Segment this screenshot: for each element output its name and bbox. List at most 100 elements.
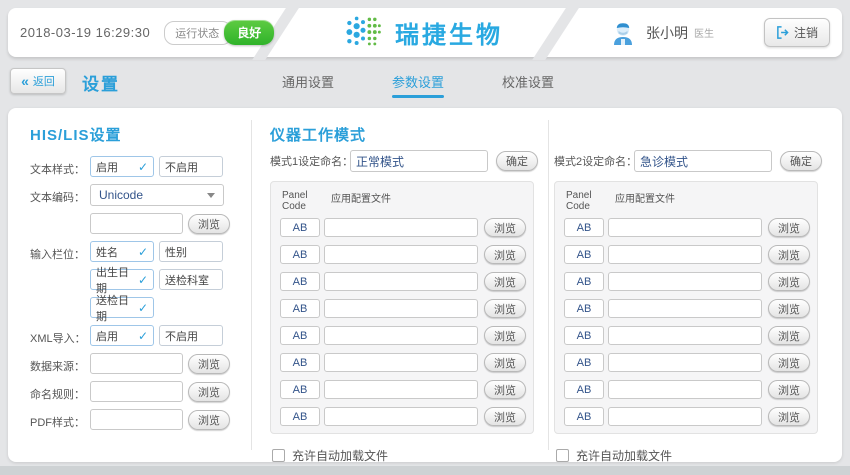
panel-row: 浏览 [564, 326, 808, 345]
config-file-input[interactable] [324, 272, 478, 291]
pdf-style-input[interactable] [90, 409, 183, 430]
browse-button[interactable]: 浏览 [768, 326, 810, 345]
header-left: 2018-03-19 16:29:30 运行状态 良好 [8, 8, 263, 57]
mode2-name-input[interactable] [634, 150, 772, 172]
toggle-option[interactable]: 送检日期✓ [90, 297, 154, 318]
panel-code-input[interactable] [564, 272, 604, 291]
panel-code-input[interactable] [564, 407, 604, 426]
encoding-label: 文本编码： [30, 184, 90, 205]
toggle-option[interactable]: 不启用 [159, 156, 223, 177]
toggle-option[interactable]: 姓名✓ [90, 241, 154, 262]
config-file-input[interactable] [324, 218, 478, 237]
tab-通用设置[interactable]: 通用设置 [272, 72, 344, 98]
config-file-input[interactable] [324, 245, 478, 264]
text-style-row: 文本样式： 启用✓不启用 [30, 156, 242, 177]
tab-校准设置[interactable]: 校准设置 [492, 72, 564, 98]
pdf-style-row: PDF样式： 浏览 [30, 409, 242, 430]
xml-import-row: XML导入： 启用✓不启用 [30, 325, 242, 346]
mode2-autoload-checkbox[interactable] [556, 449, 569, 462]
browse-button[interactable]: 浏览 [768, 353, 810, 372]
panel-code-input[interactable] [280, 218, 320, 237]
config-file-input[interactable] [324, 326, 478, 345]
browse-button[interactable]: 浏览 [484, 299, 526, 318]
panel-code-input[interactable] [564, 245, 604, 264]
config-file-input[interactable] [608, 218, 762, 237]
browse-button[interactable]: 浏览 [768, 245, 810, 264]
browse-button[interactable]: 浏览 [768, 218, 810, 237]
config-file-input[interactable] [608, 326, 762, 345]
mode1-autoload[interactable]: 充许自动加载文件 [272, 447, 534, 464]
panel-code-input[interactable] [564, 380, 604, 399]
header-bar: 2018-03-19 16:29:30 运行状态 良好 瑞捷生物 [8, 8, 842, 57]
panel-code-input[interactable] [280, 407, 320, 426]
browse-button[interactable]: 浏览 [484, 407, 526, 426]
encoding-file-input[interactable] [90, 213, 183, 234]
config-file-input[interactable] [608, 407, 762, 426]
browse-button[interactable]: 浏览 [484, 245, 526, 264]
panel-code-input[interactable] [564, 299, 604, 318]
back-button[interactable]: « 返回 [10, 68, 66, 94]
data-source-input[interactable] [90, 353, 183, 374]
browse-button[interactable]: 浏览 [484, 353, 526, 372]
config-file-input[interactable] [324, 299, 478, 318]
browse-button[interactable]: 浏览 [768, 380, 810, 399]
panel-code-input[interactable] [564, 353, 604, 372]
tab-参数设置[interactable]: 参数设置 [382, 72, 454, 98]
encoding-select[interactable]: Unicode [90, 184, 224, 206]
config-file-input[interactable] [608, 380, 762, 399]
config-file-input[interactable] [608, 245, 762, 264]
mode2-confirm-button[interactable]: 确定 [780, 151, 822, 171]
config-file-input[interactable] [324, 407, 478, 426]
panel-row: 浏览 [280, 245, 524, 264]
browse-button[interactable]: 浏览 [484, 380, 526, 399]
his-lis-title: HIS/LIS设置 [30, 124, 242, 145]
toggle-option[interactable]: 启用✓ [90, 156, 154, 177]
config-file-input[interactable] [608, 299, 762, 318]
naming-rule-input[interactable] [90, 381, 183, 402]
panel-code-input[interactable] [280, 245, 320, 264]
brand-area: 瑞捷生物 [298, 8, 548, 57]
panel-row: 浏览 [564, 407, 808, 426]
browse-button[interactable]: 浏览 [768, 299, 810, 318]
browse-button[interactable]: 浏览 [484, 272, 526, 291]
config-file-input[interactable] [324, 353, 478, 372]
config-file-input[interactable] [324, 380, 478, 399]
toggle-option[interactable]: 启用✓ [90, 325, 154, 346]
browse-button[interactable]: 浏览 [484, 218, 526, 237]
logout-button[interactable]: 注销 [764, 18, 830, 47]
panel-code-input[interactable] [280, 272, 320, 291]
mode1-name-input[interactable] [350, 150, 488, 172]
status-badge: 良好 [224, 20, 274, 45]
config-file-input[interactable] [608, 353, 762, 372]
naming-rule-browse-button[interactable]: 浏览 [188, 382, 230, 402]
panel-code-input[interactable] [280, 353, 320, 372]
data-source-row: 数据来源： 浏览 [30, 353, 242, 374]
toggle-option[interactable]: 不启用 [159, 325, 223, 346]
toggle-option[interactable]: 性别 [159, 241, 223, 262]
browse-button[interactable]: 浏览 [768, 407, 810, 426]
check-icon: ✓ [138, 329, 148, 343]
browse-button[interactable]: 浏览 [484, 326, 526, 345]
panel-row: 浏览 [564, 299, 808, 318]
logout-label: 注销 [794, 24, 818, 41]
pdf-style-browse-button[interactable]: 浏览 [188, 410, 230, 430]
panel-code-input[interactable] [280, 326, 320, 345]
config-file-input[interactable] [608, 272, 762, 291]
data-source-browse-button[interactable]: 浏览 [188, 354, 230, 374]
brand-logo-icon [343, 13, 383, 53]
pdf-style-label: PDF样式： [30, 409, 90, 430]
mode2-autoload[interactable]: 充许自动加载文件 [556, 447, 818, 464]
mode1-confirm-button[interactable]: 确定 [496, 151, 538, 171]
panel-code-input[interactable] [564, 326, 604, 345]
mode1-autoload-checkbox[interactable] [272, 449, 285, 462]
panel-code-input[interactable] [564, 218, 604, 237]
xml-import-label: XML导入： [30, 325, 90, 346]
browse-button[interactable]: 浏览 [768, 272, 810, 291]
toggle-option[interactable]: 出生日期✓ [90, 269, 154, 290]
panel-code-input[interactable] [280, 299, 320, 318]
encoding-value: Unicode [99, 188, 143, 202]
toggle-option[interactable]: 送检科室 [159, 269, 223, 290]
panel-code-input[interactable] [280, 380, 320, 399]
toggle-label: 姓名 [96, 244, 118, 260]
encoding-browse-button[interactable]: 浏览 [188, 214, 230, 234]
